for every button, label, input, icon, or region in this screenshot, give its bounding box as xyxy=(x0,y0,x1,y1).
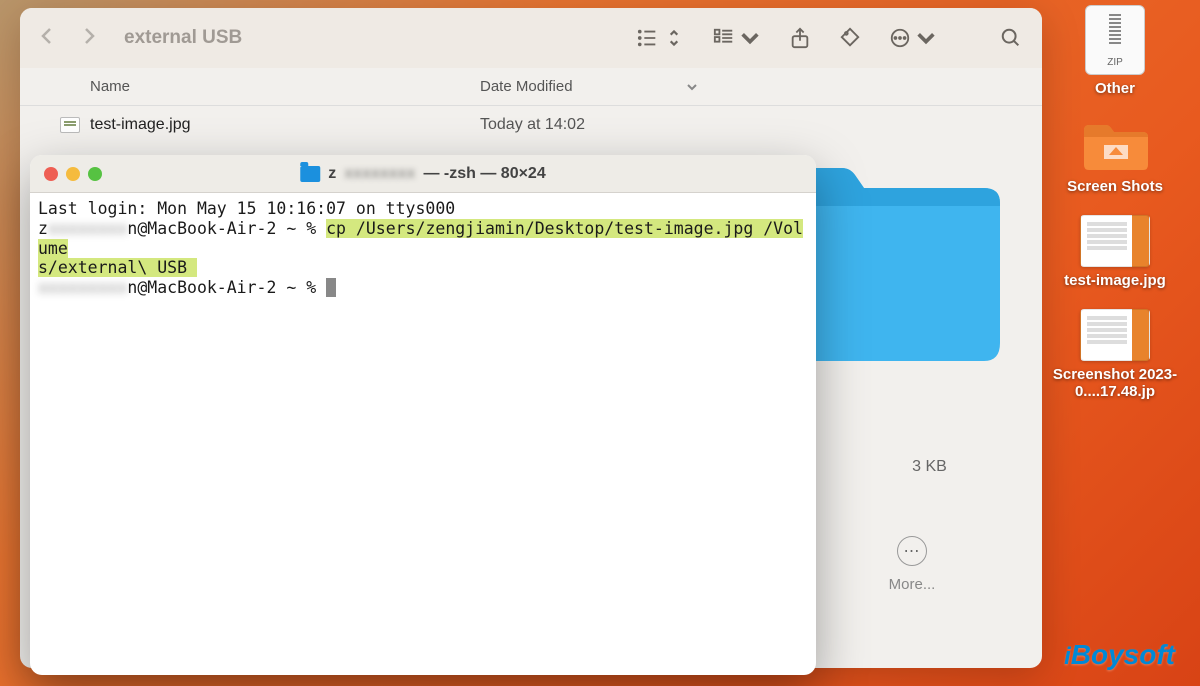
image-thumbnail-icon xyxy=(1080,309,1150,361)
terminal-content[interactable]: Last login: Mon May 15 10:16:07 on ttys0… xyxy=(30,193,816,304)
nav-arrows xyxy=(40,25,96,51)
terminal-title: z xxxxxxxx — -zsh — 80×24 xyxy=(300,165,545,183)
column-date-label: Date Modified xyxy=(480,78,573,95)
terminal-last-login: Last login: Mon May 15 10:16:07 on ttys0… xyxy=(38,199,455,218)
back-button[interactable] xyxy=(40,25,54,51)
terminal-title-suffix: — -zsh — 80×24 xyxy=(423,165,545,183)
terminal-prompt-2: xxxxxxxxxn@MacBook-Air-2 ~ % xyxy=(38,278,326,297)
column-date-modified[interactable]: Date Modified xyxy=(480,78,710,95)
share-icon[interactable] xyxy=(789,27,811,49)
file-name-cell: test-image.jpg xyxy=(40,116,480,134)
terminal-cursor xyxy=(326,278,336,297)
desktop-item-label: test-image.jpg xyxy=(1064,272,1166,289)
image-thumbnail-icon xyxy=(1080,215,1150,267)
terminal-titlebar: z xxxxxxxx — -zsh — 80×24 xyxy=(30,155,816,193)
search-icon[interactable] xyxy=(1000,27,1022,49)
file-date: Today at 14:02 xyxy=(480,116,710,134)
home-folder-icon xyxy=(300,166,320,182)
folder-size: 3 KB xyxy=(812,458,1012,476)
file-name: test-image.jpg xyxy=(90,116,191,134)
action-menu-icon[interactable] xyxy=(889,27,937,49)
desktop-item-label: Screen Shots xyxy=(1067,178,1163,195)
desktop-item-screenshots[interactable]: Screen Shots xyxy=(1067,117,1163,195)
desktop-icons: ZIP Other Screen Shots test-image.jpg Sc… xyxy=(1045,5,1185,400)
toolbar-actions xyxy=(637,27,1022,49)
desktop-item-label: Other xyxy=(1095,80,1135,97)
blurred-text: xxxxxxxx xyxy=(48,219,127,238)
minimize-button[interactable] xyxy=(66,167,80,181)
more-button[interactable]: ⋯ xyxy=(897,536,927,566)
finder-toolbar: external USB xyxy=(20,8,1042,68)
blurred-text: xxxxxxxxx xyxy=(38,278,127,297)
terminal-title-user: z xyxy=(328,165,336,183)
terminal-prompt-1: zxxxxxxxxn@MacBook-Air-2 ~ % xyxy=(38,219,326,238)
desktop-item-test-image[interactable]: test-image.jpg xyxy=(1064,215,1166,289)
desktop-item-label: Screenshot 2023-0....17.48.jp xyxy=(1045,366,1185,400)
group-icon[interactable] xyxy=(713,27,761,49)
desktop-item-other[interactable]: ZIP Other xyxy=(1085,5,1145,97)
column-name[interactable]: Name xyxy=(40,78,480,95)
close-button[interactable] xyxy=(44,167,58,181)
view-list-icon[interactable] xyxy=(637,27,685,49)
forward-button[interactable] xyxy=(82,25,96,51)
blurred-text: xxxxxxxx xyxy=(344,165,415,183)
terminal-window: z xxxxxxxx — -zsh — 80×24 Last login: Mon… xyxy=(30,155,816,675)
terminal-command-highlight-2: s/external\ USB xyxy=(38,258,197,277)
column-headers: Name Date Modified xyxy=(20,68,1042,106)
more-label: More... xyxy=(812,576,1012,593)
folder-icon xyxy=(1079,117,1151,173)
zip-archive-icon: ZIP xyxy=(1085,5,1145,75)
folder-info: 3 KB ⋯ More... xyxy=(812,458,1012,593)
watermark: iBoysoft xyxy=(1064,639,1175,671)
image-file-icon xyxy=(60,117,80,133)
finder-title: external USB xyxy=(124,27,242,49)
traffic-lights xyxy=(44,167,102,181)
tag-icon[interactable] xyxy=(839,27,861,49)
fullscreen-button[interactable] xyxy=(88,167,102,181)
desktop-item-screenshot-file[interactable]: Screenshot 2023-0....17.48.jp xyxy=(1045,309,1185,400)
